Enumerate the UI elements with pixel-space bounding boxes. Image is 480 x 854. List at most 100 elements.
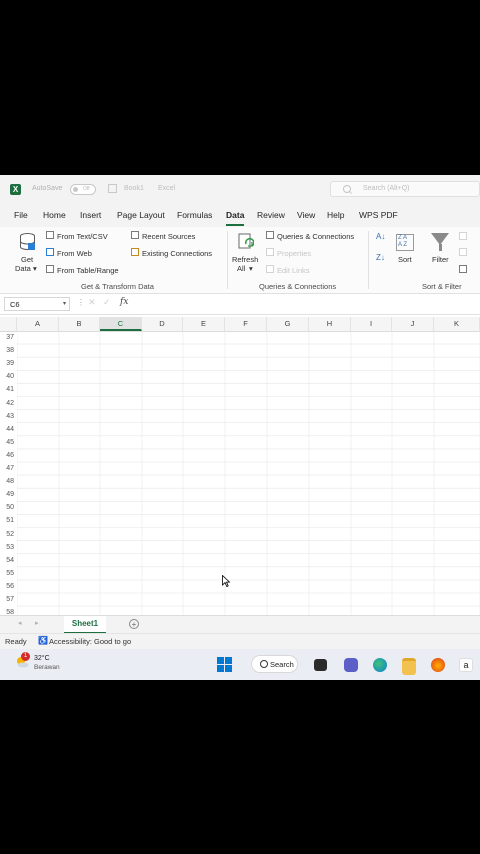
name-box[interactable]: C6 ▾ bbox=[4, 297, 70, 311]
sheet-next-icon[interactable]: ▸ bbox=[35, 619, 39, 627]
add-sheet-icon[interactable]: + bbox=[129, 619, 139, 629]
row-header-43[interactable]: 43 bbox=[0, 410, 17, 423]
row-header-54[interactable]: 54 bbox=[0, 554, 17, 567]
queries-connections-button[interactable]: Queries & Connections bbox=[277, 232, 354, 241]
column-header-c[interactable]: C bbox=[100, 317, 142, 331]
sheet-tab-sheet1[interactable]: Sheet1 bbox=[64, 616, 106, 634]
edit-links-button[interactable]: Edit Links bbox=[277, 266, 310, 275]
accessibility-icon[interactable]: ♿ bbox=[38, 637, 48, 645]
column-header-f[interactable]: F bbox=[225, 317, 267, 331]
tab-page-layout[interactable]: Page Layout bbox=[117, 210, 165, 220]
recent-sources-button[interactable]: Recent Sources bbox=[142, 232, 195, 241]
tab-wps-pdf[interactable]: WPS PDF bbox=[359, 210, 398, 220]
row-header-57[interactable]: 57 bbox=[0, 593, 17, 606]
tab-review[interactable]: Review bbox=[257, 210, 285, 220]
existing-connections-button[interactable]: Existing Connections bbox=[142, 249, 212, 258]
file-explorer-icon[interactable] bbox=[402, 658, 416, 675]
tab-help[interactable]: Help bbox=[327, 210, 344, 220]
app-name: Excel bbox=[158, 185, 176, 192]
firefox-icon[interactable] bbox=[431, 658, 445, 672]
sheet-prev-icon[interactable]: ◂ bbox=[18, 619, 22, 627]
column-header-k[interactable]: K bbox=[434, 317, 480, 331]
chevron-down-icon[interactable]: ▾ bbox=[249, 264, 253, 273]
insert-function-button[interactable]: fx bbox=[120, 297, 128, 307]
save-icon[interactable] bbox=[108, 184, 117, 193]
cancel-icon[interactable]: ✕ bbox=[88, 297, 96, 308]
column-header-a[interactable]: A bbox=[17, 317, 59, 331]
properties-button[interactable]: Properties bbox=[277, 249, 311, 258]
refresh-all-button[interactable]: Refresh bbox=[232, 255, 258, 264]
column-header-e[interactable]: E bbox=[183, 317, 225, 331]
row-header-46[interactable]: 46 bbox=[0, 449, 17, 462]
row-header-53[interactable]: 53 bbox=[0, 541, 17, 554]
amazon-icon[interactable]: a bbox=[459, 658, 473, 672]
weather-temperature[interactable]: 32°C bbox=[34, 655, 50, 662]
search-input[interactable]: Search (Alt+Q) bbox=[330, 181, 480, 197]
task-view-icon[interactable] bbox=[314, 659, 327, 671]
tab-insert[interactable]: Insert bbox=[80, 210, 101, 220]
group-separator bbox=[368, 231, 369, 289]
row-header-51[interactable]: 51 bbox=[0, 514, 17, 527]
row-header-37[interactable]: 37 bbox=[0, 331, 17, 344]
tab-home[interactable]: Home bbox=[43, 210, 66, 220]
column-header-g[interactable]: G bbox=[267, 317, 309, 331]
autosave-toggle[interactable]: Off bbox=[70, 184, 96, 195]
filter-button[interactable]: Filter bbox=[432, 255, 449, 264]
from-web-button[interactable]: From Web bbox=[57, 249, 92, 258]
row-header-42[interactable]: 42 bbox=[0, 397, 17, 410]
get-data-label[interactable]: Data bbox=[15, 264, 31, 273]
refresh-all-label[interactable]: All bbox=[237, 264, 245, 273]
chevron-down-icon[interactable]: ▾ bbox=[33, 264, 37, 273]
row-header-56[interactable]: 56 bbox=[0, 580, 17, 593]
taskbar-search-button[interactable]: Search bbox=[251, 655, 298, 673]
formula-input[interactable] bbox=[136, 297, 476, 311]
row-header-52[interactable]: 52 bbox=[0, 528, 17, 541]
worksheet-grid[interactable]: 37 38 39 40 41 42 43 44 45 46 47 48 49 50 51 52 53 54 55 56… bbox=[0, 331, 480, 616]
from-table-range-button[interactable]: From Table/Range bbox=[57, 266, 119, 275]
row-header-41[interactable]: 41 bbox=[0, 383, 17, 396]
row-header-55[interactable]: 55 bbox=[0, 567, 17, 580]
column-header-d[interactable]: D bbox=[142, 317, 183, 331]
tab-formulas[interactable]: Formulas bbox=[177, 210, 212, 220]
column-header-b[interactable]: B bbox=[59, 317, 100, 331]
sort-button[interactable]: Sort bbox=[398, 255, 412, 264]
row-header-47[interactable]: 47 bbox=[0, 462, 17, 475]
row-header-50[interactable]: 50 bbox=[0, 501, 17, 514]
row-header-45[interactable]: 45 bbox=[0, 436, 17, 449]
column-header-h[interactable]: H bbox=[309, 317, 351, 331]
edge-icon[interactable] bbox=[373, 658, 387, 672]
row-header-38[interactable]: 38 bbox=[0, 344, 17, 357]
select-all-corner[interactable] bbox=[0, 317, 17, 331]
row-header-39[interactable]: 39 bbox=[0, 357, 17, 370]
tab-file[interactable]: File bbox=[14, 210, 28, 220]
workbook-name: Book1 bbox=[124, 185, 144, 192]
enter-icon[interactable]: ✓ bbox=[103, 297, 111, 308]
search-icon bbox=[260, 660, 268, 668]
search-placeholder: Search (Alt+Q) bbox=[363, 185, 410, 192]
from-text-csv-button[interactable]: From Text/CSV bbox=[57, 232, 108, 241]
clear-filter-icon[interactable] bbox=[459, 232, 467, 240]
tab-view[interactable]: View bbox=[297, 210, 315, 220]
sort-ascending-icon[interactable]: A↓ bbox=[376, 232, 385, 241]
weather-location[interactable]: Berawan bbox=[34, 664, 60, 671]
chevron-down-icon[interactable]: ▾ bbox=[63, 300, 66, 307]
row-header-49[interactable]: 49 bbox=[0, 488, 17, 501]
tab-data[interactable]: Data bbox=[226, 210, 244, 220]
reapply-filter-icon[interactable] bbox=[459, 248, 467, 256]
windows-start-icon[interactable] bbox=[217, 657, 232, 672]
more-options-icon[interactable]: ⋮ bbox=[77, 298, 85, 307]
notification-badge: 1 bbox=[21, 652, 30, 661]
group-label-get-transform: Get & Transform Data bbox=[81, 282, 154, 291]
autosave-state: Off bbox=[83, 186, 90, 192]
column-header-i[interactable]: I bbox=[351, 317, 392, 331]
get-data-button[interactable]: Get bbox=[21, 255, 33, 264]
row-header-44[interactable]: 44 bbox=[0, 423, 17, 436]
advanced-filter-icon[interactable] bbox=[459, 265, 467, 273]
row-header-48[interactable]: 48 bbox=[0, 475, 17, 488]
title-bar: X AutoSave Off Book1 Excel Search (Alt+Q… bbox=[0, 175, 480, 205]
sort-descending-icon[interactable]: Z↓ bbox=[376, 253, 385, 262]
teams-icon[interactable] bbox=[344, 658, 358, 672]
column-header-j[interactable]: J bbox=[392, 317, 434, 331]
row-header-40[interactable]: 40 bbox=[0, 370, 17, 383]
accessibility-status[interactable]: Accessibility: Good to go bbox=[49, 637, 131, 646]
